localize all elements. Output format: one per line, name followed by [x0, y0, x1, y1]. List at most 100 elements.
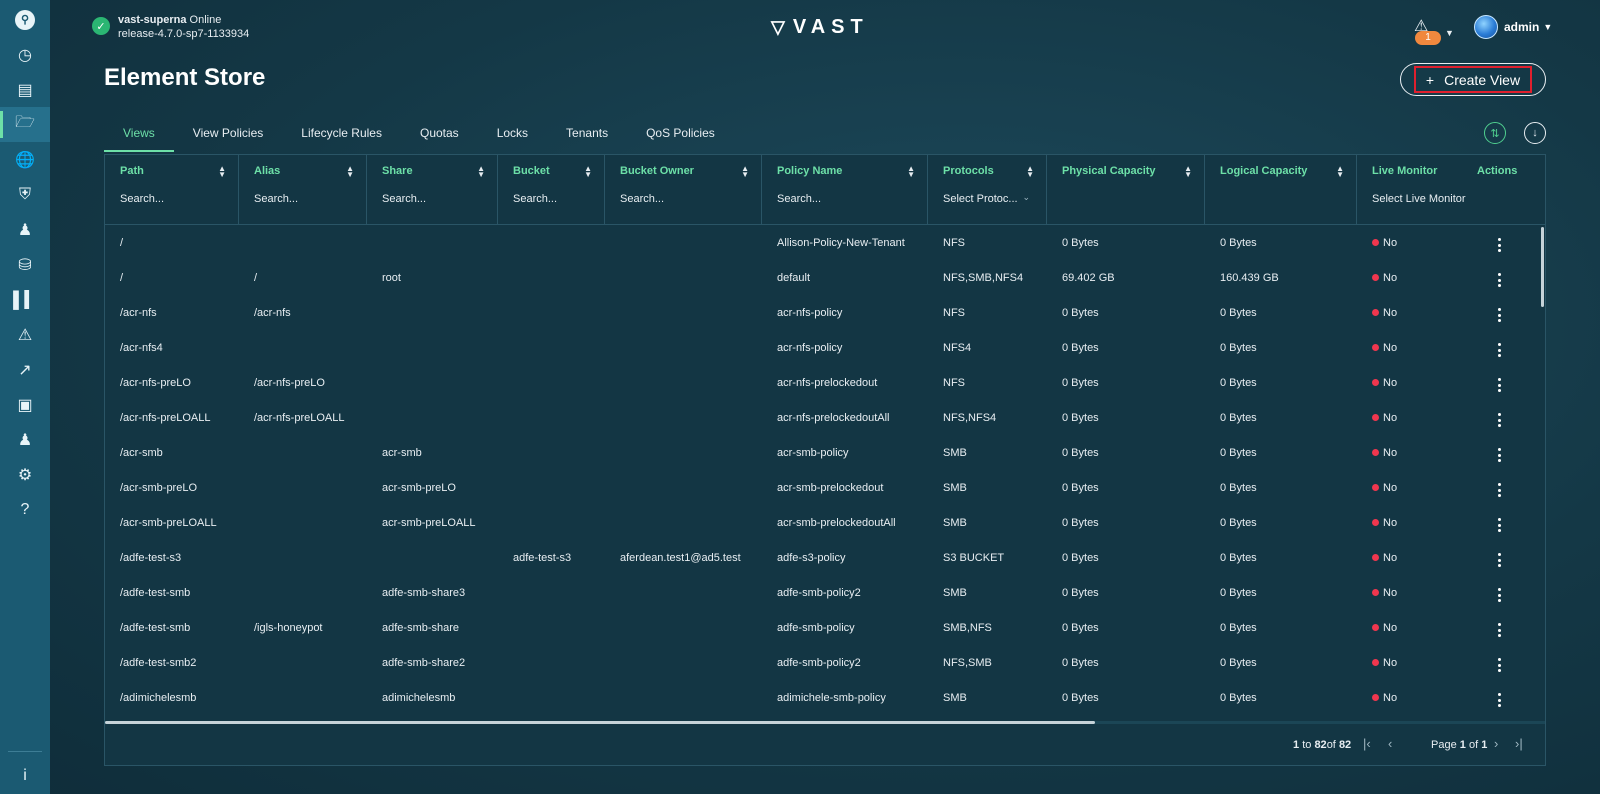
alias-search-input[interactable]: Search... [254, 193, 298, 205]
sidebar-item-database[interactable]: ⛁ [0, 247, 50, 282]
cell-share: root [382, 272, 401, 284]
table-row[interactable]: /acr-smb-preLO acr-smb-preLO acr-smb-prelo… [105, 471, 1545, 506]
table-row[interactable]: /acr-nfs4 acr-nfs-policy NFS4 0 Bytes 0 Byte… [105, 331, 1545, 366]
sidebar-item-hardware[interactable]: ▣ [0, 387, 50, 422]
table-row[interactable]: /adimichelesmb adimichelesmb adimichele-sm… [105, 681, 1545, 716]
sidebar-item-analytics[interactable]: ▌▍ [0, 282, 50, 317]
cell-protocols: NFS [943, 307, 965, 319]
cell-physical-capacity: 0 Bytes [1062, 482, 1099, 494]
tab-views[interactable]: Views [104, 122, 174, 152]
cell-live-monitor: No [1372, 436, 1397, 471]
sidebar-item-element-store[interactable]: 🗁 [0, 107, 50, 142]
sidebar-item-dashboard[interactable]: ◷ [0, 37, 50, 72]
sort-icon[interactable]: ▲ ▼ [346, 165, 354, 179]
sidebar-item-users[interactable]: ♟ [0, 212, 50, 247]
sort-icon[interactable]: ▲ ▼ [584, 165, 592, 179]
status-dot-icon [1372, 694, 1379, 701]
table-row[interactable]: /adfe-test-s3 adfe-test-s3 aferdean.test1@… [105, 541, 1545, 576]
row-actions-kebab-icon[interactable] [1498, 448, 1502, 462]
sidebar-item-info[interactable]: i [0, 766, 50, 786]
policy-search-input[interactable]: Search... [777, 193, 821, 205]
bucket-owner-search-input[interactable]: Search... [620, 193, 664, 205]
tab-tenants[interactable]: Tenants [547, 122, 627, 152]
sidebar-item-network[interactable]: 🌐 [0, 142, 50, 177]
row-actions-kebab-icon[interactable] [1498, 308, 1502, 322]
sort-icon[interactable]: ▲ ▼ [218, 165, 226, 179]
last-page-button[interactable]: ›| [1515, 736, 1523, 751]
row-actions-kebab-icon[interactable] [1498, 553, 1502, 567]
row-actions-kebab-icon[interactable] [1498, 588, 1502, 602]
tab-locks[interactable]: Locks [478, 122, 547, 152]
sidebar-item-trends[interactable]: ↗ [0, 352, 50, 387]
sort-icon[interactable]: ▲ ▼ [477, 165, 485, 179]
row-actions-kebab-icon[interactable] [1498, 658, 1502, 672]
drive-icon: ▣ [17, 396, 33, 414]
sort-icon[interactable]: ▲ ▼ [907, 165, 915, 179]
prev-page-button[interactable]: ‹ [1388, 736, 1392, 751]
table-footer: 1 to 82of 82 |‹ ‹ Page 1 of 1 › ›| [105, 725, 1545, 767]
tab-quotas[interactable]: Quotas [401, 122, 478, 152]
cell-path: /acr-nfs-preLO [120, 377, 191, 389]
user-menu[interactable]: admin ▼ [1474, 15, 1552, 39]
table-row[interactable]: /adfe-test-smb/igls-honeypot adfe-smb-sha… [105, 611, 1545, 646]
share-search-input[interactable]: Search... [382, 193, 426, 205]
cell-path: /adfe-test-s3 [120, 552, 182, 564]
sort-icon[interactable]: ▲ ▼ [741, 165, 749, 179]
table-row[interactable]: / / root default NFS,SMB,NFS4 69.402 GB 160.43… [105, 261, 1545, 296]
gear-icon: ⚙ [17, 466, 33, 484]
sidebar-item-settings[interactable]: ⚙ [0, 457, 50, 492]
live-monitor-select[interactable]: Select Live Monitor [1372, 193, 1466, 205]
next-page-button[interactable]: › [1494, 736, 1498, 751]
sidebar-item-help[interactable]: ? [0, 492, 50, 527]
table-row[interactable]: / Allison-Policy-New-Tenant NFS 0 Bytes 0 By… [105, 226, 1545, 261]
horizontal-scrollbar[interactable] [105, 721, 1095, 724]
table-row[interactable]: /adfe-test-smb adfe-smb-share3 adfe-smb-po… [105, 576, 1545, 611]
table-row[interactable]: /acr-nfs-preLOALL/acr-nfs-preLOALL acr-nf… [105, 401, 1545, 436]
row-actions-kebab-icon[interactable] [1498, 413, 1502, 427]
table-row[interactable]: /acr-nfs-preLO/acr-nfs-preLO acr-nfs-prel… [105, 366, 1545, 401]
cell-share: acr-smb-preLOALL [382, 517, 476, 529]
column-logical-capacity: Logical Capacity ▲ ▼ [1205, 155, 1357, 225]
row-actions-kebab-icon[interactable] [1498, 483, 1502, 497]
table-row[interactable]: /acr-smb-preLOALL acr-smb-preLOALL acr-smb… [105, 506, 1545, 541]
table-row[interactable]: /acr-nfs/acr-nfs acr-nfs-policy NFS 0 Bytes… [105, 296, 1545, 331]
row-actions-kebab-icon[interactable] [1498, 518, 1502, 532]
download-button[interactable]: ↓ [1524, 122, 1546, 144]
row-actions-kebab-icon[interactable] [1498, 273, 1502, 287]
cell-path: /adfe-test-smb [120, 622, 191, 634]
row-actions-kebab-icon[interactable] [1498, 378, 1502, 392]
row-actions-kebab-icon[interactable] [1498, 343, 1502, 357]
sidebar-item-user-settings[interactable]: ♟ [0, 422, 50, 457]
sidebar-item-infrastructure[interactable]: ▤ [0, 72, 50, 107]
bucket-search-input[interactable]: Search... [513, 193, 557, 205]
cell-physical-capacity: 69.402 GB [1062, 272, 1115, 284]
tab-view-policies[interactable]: View Policies [174, 122, 282, 152]
protocols-select[interactable]: Select Protoc... [943, 193, 1018, 205]
sort-icon[interactable]: ▲ ▼ [1184, 165, 1192, 179]
table-row[interactable]: /adfe-test-smb2 adfe-smb-share2 adfe-smb-p… [105, 646, 1545, 681]
alerts-menu[interactable]: ⚠ 1 ▼ [1414, 16, 1454, 46]
sidebar-search[interactable]: ⚲ [0, 2, 50, 37]
refresh-button[interactable]: ⇅ [1484, 122, 1506, 144]
row-actions-kebab-icon[interactable] [1498, 623, 1502, 637]
sidebar-item-security[interactable]: ⛨ [0, 177, 50, 212]
tab-qos-policies[interactable]: QoS Policies [627, 122, 734, 152]
path-search-input[interactable]: Search... [120, 193, 164, 205]
sort-icon[interactable]: ▲ ▼ [1026, 165, 1034, 179]
first-page-button[interactable]: |‹ [1363, 736, 1371, 751]
live-monitor-value: No [1383, 622, 1398, 634]
column-bucket: Bucket ▲ ▼ Search... [498, 155, 605, 225]
vertical-scrollbar[interactable] [1541, 227, 1544, 307]
column-share: Share ▲ ▼ Search... [367, 155, 498, 225]
cell-policy-name: acr-smb-prelockedoutAll [777, 517, 896, 529]
tab-lifecycle-rules[interactable]: Lifecycle Rules [282, 122, 401, 152]
row-actions-kebab-icon[interactable] [1498, 238, 1502, 252]
sort-icon[interactable]: ▲ ▼ [1336, 165, 1344, 179]
create-view-button[interactable]: + Create View [1400, 63, 1546, 96]
row-actions-kebab-icon[interactable] [1498, 693, 1502, 707]
table-row[interactable]: /acr-smb acr-smb acr-smb-policy SMB 0 Bytes 0… [105, 436, 1545, 471]
column-policy-name: Policy Name ▲ ▼ Search... [762, 155, 928, 225]
kebab-dot [1498, 343, 1501, 346]
database-icon: ⛁ [18, 256, 32, 274]
sidebar-item-alerts[interactable]: ⚠ [0, 317, 50, 352]
